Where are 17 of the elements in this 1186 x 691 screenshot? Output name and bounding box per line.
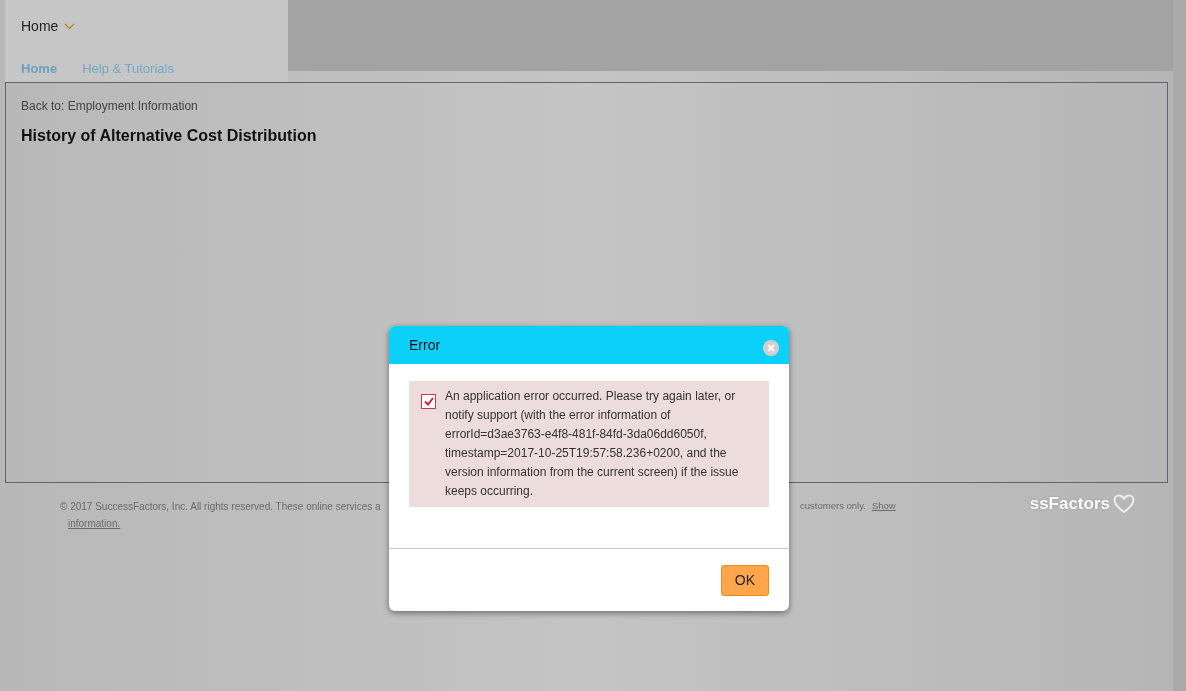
back-link[interactable]: Back to: Employment Information xyxy=(21,97,198,115)
nav-tab[interactable]: Help & Tutorials xyxy=(82,59,174,79)
nav-tab[interactable]: Home xyxy=(21,59,58,79)
logo-text: ssFactors xyxy=(1029,493,1110,515)
ok-button[interactable]: OK xyxy=(720,564,769,596)
footer-link[interactable]: information. xyxy=(68,516,121,531)
page-title: History of Alternative Cost Distribution xyxy=(21,126,317,146)
footer-link[interactable]: Show xyxy=(871,499,896,514)
message-checkbox[interactable] xyxy=(421,394,436,409)
heart-icon xyxy=(1113,493,1135,514)
dialog-title: Error xyxy=(409,335,441,355)
copyright-text: customers only. xyxy=(800,499,866,513)
chevron-down-icon xyxy=(64,22,76,30)
close-icon xyxy=(767,344,775,352)
home-menu[interactable]: Home xyxy=(21,17,76,35)
copyright-text: © 2017 SuccessFactors, Inc. All rights reserved. These online services a xyxy=(60,500,381,514)
error-message: An application error occurred. Please try again later, or notify support (with the error information of errorId=d3ae3763-e4f8-481f-84fd-3da06dd6050f, timestamp=2017-10-25T19:57:58.236+0200, and the version information from the current screen) if the issue keeps occurring. xyxy=(445,388,740,500)
